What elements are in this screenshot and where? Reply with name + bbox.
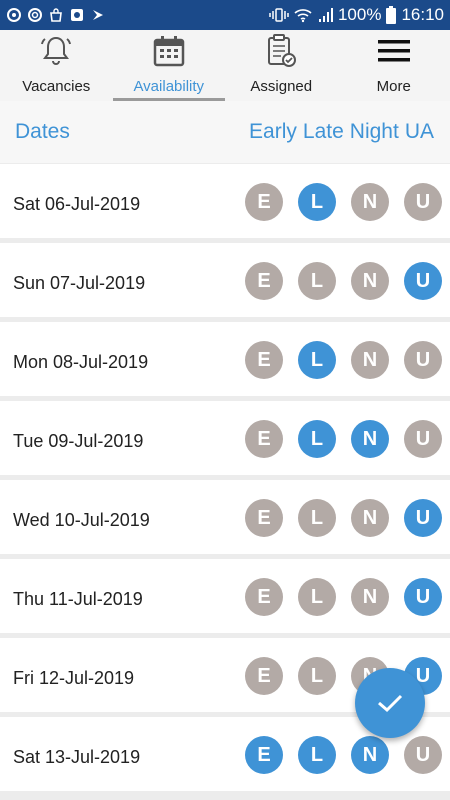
calendar-icon: [153, 36, 184, 67]
shift-toggle-late[interactable]: L: [298, 341, 336, 379]
shift-toggle-ua[interactable]: U: [404, 420, 442, 458]
shopping-bag-icon: [50, 8, 62, 22]
row-date: Wed 10-Jul-2019: [13, 510, 150, 530]
shift-label-late: Late: [302, 120, 344, 143]
dates-column-label: Dates: [15, 120, 70, 143]
shift-toggle-night[interactable]: N: [351, 420, 389, 458]
tab-more[interactable]: More: [338, 30, 450, 101]
shift-toggle-ua[interactable]: U: [404, 262, 442, 300]
shift-label-night: Night: [349, 120, 399, 143]
shift-toggle-early[interactable]: E: [245, 657, 283, 695]
shift-toggle-early[interactable]: E: [245, 183, 283, 221]
clock: 16:10: [401, 5, 444, 24]
shift-toggle-late[interactable]: L: [298, 578, 336, 616]
row-date: Mon 08-Jul-2019: [13, 352, 149, 372]
sync-alt-icon: [28, 8, 42, 22]
shift-toggle-ua[interactable]: U: [404, 578, 442, 616]
wifi-icon: [294, 9, 312, 23]
row-date: Tue 09-Jul-2019: [13, 431, 144, 451]
bell-icon: [41, 36, 72, 65]
availability-row: Sat 06-Jul-2019 E L N U: [0, 164, 450, 238]
tab-bar: Vacancies Availability Assigned More: [0, 30, 450, 101]
availability-row: Tue 09-Jul-2019 E L N U: [0, 401, 450, 475]
column-header: Dates Early Late Night UA: [0, 101, 450, 163]
tab-label: More: [376, 78, 411, 95]
row-date: Fri 12-Jul-2019: [13, 668, 135, 688]
shift-toggle-early[interactable]: E: [245, 578, 283, 616]
vibrate-icon: [269, 8, 289, 22]
shift-toggle-ua[interactable]: U: [404, 736, 442, 774]
shift-toggle-night[interactable]: N: [351, 578, 389, 616]
tab-assigned[interactable]: Assigned: [225, 30, 338, 101]
shift-label-early: Early: [249, 120, 297, 143]
app-icon: [71, 9, 83, 21]
clipboard-check-icon: [268, 34, 297, 67]
availability-row: Sun 07-Jul-2019 E L N U: [0, 243, 450, 317]
shift-toggle-late[interactable]: L: [298, 499, 336, 537]
availability-row: Thu 11-Jul-2019 E L N U: [0, 559, 450, 633]
signal-icon: [318, 8, 333, 22]
battery-percent: 100%: [337, 5, 382, 24]
shift-toggle-night[interactable]: N: [351, 262, 389, 300]
shift-toggle-ua[interactable]: U: [404, 183, 442, 221]
row-date: Sun 07-Jul-2019: [13, 273, 146, 293]
shift-toggle-ua[interactable]: U: [404, 499, 442, 537]
shift-toggle-late[interactable]: L: [298, 262, 336, 300]
tab-vacancies[interactable]: Vacancies: [0, 30, 113, 101]
shift-toggle-night[interactable]: N: [351, 341, 389, 379]
shift-toggle-late[interactable]: L: [298, 657, 336, 695]
row-date: Thu 11-Jul-2019: [13, 589, 143, 609]
shift-toggle-early[interactable]: E: [245, 736, 283, 774]
shift-toggle-early[interactable]: E: [245, 499, 283, 537]
shift-label-ua: UA: [404, 120, 434, 143]
shift-toggle-ua[interactable]: U: [404, 341, 442, 379]
shift-toggle-night[interactable]: N: [351, 736, 389, 774]
system-status: 100% 16:10: [269, 5, 444, 25]
row-date: Sat 13-Jul-2019: [13, 747, 141, 767]
shift-toggle-early[interactable]: E: [245, 420, 283, 458]
shift-toggle-late[interactable]: L: [298, 736, 336, 774]
availability-row: Wed 10-Jul-2019 E L N U: [0, 480, 450, 554]
confirm-fab-button[interactable]: [355, 668, 425, 738]
notification-icons: [6, 7, 106, 23]
tab-label: Assigned: [250, 78, 313, 95]
row-date: Sat 06-Jul-2019: [13, 194, 141, 214]
tab-label: Availability: [133, 78, 205, 95]
tab-label: Vacancies: [22, 78, 91, 95]
tab-availability[interactable]: Availability: [112, 30, 226, 101]
check-icon: [378, 694, 403, 713]
shift-toggle-late[interactable]: L: [298, 420, 336, 458]
availability-row: Mon 08-Jul-2019 E L N U: [0, 322, 450, 396]
shift-toggle-night[interactable]: N: [351, 499, 389, 537]
shift-toggle-early[interactable]: E: [245, 341, 283, 379]
shift-toggle-night[interactable]: N: [351, 183, 389, 221]
sync-icon: [7, 8, 21, 22]
shift-toggle-late[interactable]: L: [298, 183, 336, 221]
battery-icon: [386, 6, 397, 24]
status-bar: 100% 16:10: [0, 0, 450, 30]
menu-icon: [377, 40, 410, 62]
flag-icon: [93, 10, 103, 20]
shift-toggle-early[interactable]: E: [245, 262, 283, 300]
shift-column-labels: Early Late Night UA: [249, 120, 434, 144]
